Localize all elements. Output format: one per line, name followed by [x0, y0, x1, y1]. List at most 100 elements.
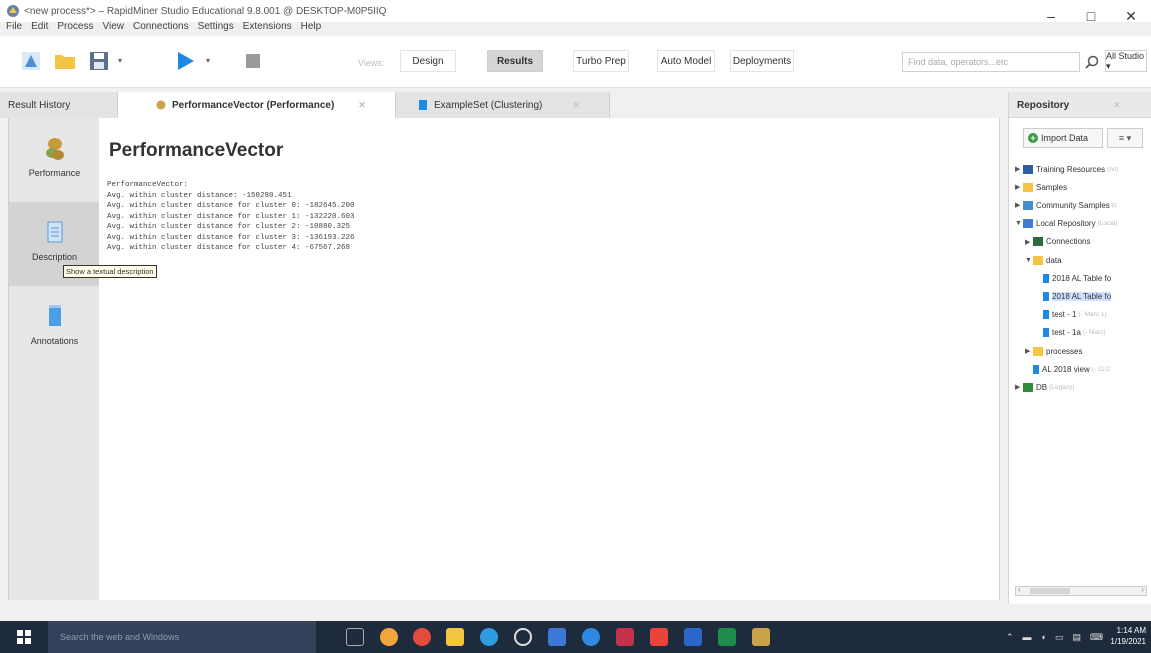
close-repository-icon[interactable]: ✕ — [1113, 100, 1121, 111]
sidebar-item-performance[interactable]: Performance — [9, 118, 100, 202]
video-app-icon[interactable] — [582, 628, 600, 646]
repository-tree-item[interactable]: ▼ Local Repository (Local) — [1015, 217, 1117, 231]
repository-tab[interactable]: Repository ✕ — [1009, 92, 1151, 118]
menu-extensions[interactable]: Extensions — [243, 21, 292, 32]
data-icon — [1043, 328, 1049, 338]
store-icon[interactable] — [548, 628, 566, 646]
close-tab-icon[interactable]: ✕ — [572, 100, 580, 111]
plus-icon: + — [1028, 133, 1038, 143]
view-design-button[interactable]: Design — [400, 50, 456, 72]
file-explorer-icon[interactable] — [446, 628, 464, 646]
excel-icon[interactable] — [718, 628, 736, 646]
repository-menu-button[interactable]: ≡ ▾ — [1107, 128, 1143, 148]
repository-tree-item[interactable]: ▶ Connections — [1025, 235, 1090, 249]
chevron-up-icon[interactable]: ⌃ — [1006, 632, 1014, 643]
run-process-icon[interactable] — [172, 48, 198, 74]
collapsed-chevron-icon[interactable]: ▶ — [1015, 183, 1023, 191]
collapsed-chevron-icon[interactable]: ▶ — [1015, 201, 1023, 209]
minimize-button[interactable]: – — [1031, 0, 1071, 32]
menu-file[interactable]: File — [6, 21, 22, 32]
tab-performance-vector[interactable]: PerformanceVector (Performance) ✕ — [118, 92, 396, 118]
collapsed-chevron-icon[interactable]: ▶ — [1025, 347, 1033, 355]
view-deployments-button[interactable]: Deployments — [730, 50, 794, 72]
powerpoint-icon[interactable] — [616, 628, 634, 646]
media-app-icon[interactable] — [650, 628, 668, 646]
repository-horizontal-scrollbar[interactable]: ‹ › — [1015, 585, 1147, 596]
repository-tree-item[interactable]: AL 2018 view (- 11/2 — [1025, 362, 1110, 376]
scroll-thumb[interactable] — [1030, 588, 1070, 594]
search-icon[interactable] — [1084, 54, 1100, 70]
repository-tree-item[interactable]: ▶ processes — [1025, 344, 1082, 358]
tree-item-meta: (Local) — [1097, 220, 1118, 228]
import-data-button[interactable]: + Import Data — [1023, 128, 1103, 148]
menu-bar: File Edit Process View Connections Setti… — [0, 18, 330, 34]
taskbar-clock[interactable]: 1:14 AM 1/19/2021 — [1108, 625, 1146, 647]
description-document-icon — [47, 221, 62, 243]
menu-settings[interactable]: Settings — [198, 21, 234, 32]
close-button[interactable]: ✕ — [1111, 0, 1151, 32]
save-dropdown-chevron-icon[interactable]: ▾ — [118, 56, 122, 65]
clock-date: 1/19/2021 — [1110, 637, 1146, 646]
repository-tree-item[interactable]: test - 1 (- Marc 1) — [1035, 308, 1107, 322]
expanded-chevron-icon[interactable]: ▼ — [1015, 220, 1023, 227]
repository-tree-item[interactable]: ▶ Community Samples (c — [1015, 198, 1117, 212]
global-search-input[interactable]: Find data, operators...etc — [902, 52, 1080, 72]
tree-item-meta: (- 11/2 — [1091, 365, 1111, 373]
browser-icon[interactable] — [413, 628, 431, 646]
tree-item-label: 2018 AL Table fo — [1052, 273, 1112, 283]
network-icon[interactable]: ▬ — [1023, 632, 1032, 642]
menu-edit[interactable]: Edit — [31, 21, 48, 32]
menu-process[interactable]: Process — [57, 21, 93, 32]
task-view-icon[interactable] — [346, 628, 364, 646]
language-icon[interactable]: ⌨ — [1090, 632, 1103, 643]
view-turbo-prep-button[interactable]: Turbo Prep — [573, 50, 629, 72]
performance-coins-icon — [45, 138, 64, 160]
new-process-icon[interactable] — [18, 48, 44, 74]
collapsed-chevron-icon[interactable]: ▶ — [1025, 238, 1033, 246]
rapidminer-taskbar-icon[interactable] — [752, 628, 770, 646]
stop-process-icon[interactable] — [240, 48, 266, 74]
tree-item-label: data — [1046, 255, 1062, 265]
description-tooltip: Show a textual description — [63, 265, 157, 278]
view-results-button[interactable]: Results — [487, 50, 543, 72]
scroll-right-icon[interactable]: › — [1141, 585, 1144, 594]
run-dropdown-chevron-icon[interactable]: ▾ — [206, 56, 210, 65]
save-icon[interactable] — [86, 48, 112, 74]
word-icon[interactable] — [684, 628, 702, 646]
battery-icon[interactable]: ▭ — [1055, 632, 1064, 643]
volume-icon[interactable]: ◖ — [1041, 632, 1046, 642]
repository-tree-item[interactable]: ▶ Samples — [1015, 180, 1067, 194]
menu-view[interactable]: View — [102, 21, 124, 32]
clock-app-icon[interactable] — [514, 628, 532, 646]
menu-help[interactable]: Help — [301, 21, 322, 32]
studio-dropdown[interactable]: All Studio ▾ — [1105, 50, 1147, 72]
chrome-icon[interactable] — [380, 628, 398, 646]
performance-description-text: PerformanceVector: Avg. within cluster di… — [107, 180, 355, 254]
sidebar-item-label: Description — [31, 252, 78, 262]
clock-time: 1:14 AM — [1116, 626, 1146, 635]
menu-connections[interactable]: Connections — [133, 21, 189, 32]
repository-tree-item[interactable]: ▶ DB (Legacy) — [1015, 380, 1074, 394]
notification-icon[interactable]: ▤ — [1072, 632, 1081, 643]
edge-icon[interactable] — [480, 628, 498, 646]
repository-tree-item[interactable]: 2018 AL Table fo — [1035, 271, 1111, 285]
scroll-left-icon[interactable]: ‹ — [1018, 585, 1021, 594]
tab-example-set[interactable]: ExampleSet (Clustering) ✕ — [396, 92, 610, 118]
repository-tree-item[interactable]: ▼ data — [1025, 253, 1062, 267]
repository-tree-item[interactable]: ▶ Training Resources (no) — [1015, 162, 1119, 176]
repository-tree-item[interactable]: test - 1a (- Marc) — [1035, 326, 1106, 340]
expanded-chevron-icon[interactable]: ▼ — [1025, 257, 1033, 264]
windows-start-icon[interactable] — [0, 621, 48, 653]
collapsed-chevron-icon[interactable]: ▶ — [1015, 383, 1023, 391]
open-folder-icon[interactable] — [52, 48, 78, 74]
window-controls: – □ ✕ — [1031, 0, 1151, 32]
collapsed-chevron-icon[interactable]: ▶ — [1015, 165, 1023, 173]
repository-tree-item[interactable]: 2018 AL Table fo — [1035, 289, 1112, 303]
tab-result-history[interactable]: Result History — [0, 92, 118, 118]
taskbar-search-input[interactable]: Search the web and Windows — [48, 621, 316, 653]
view-auto-model-button[interactable]: Auto Model — [657, 50, 715, 72]
maximize-button[interactable]: □ — [1071, 0, 1111, 32]
tree-item-meta: (c — [1111, 201, 1118, 209]
sidebar-item-annotations[interactable]: Annotations — [9, 286, 100, 370]
close-tab-icon[interactable]: ✕ — [358, 100, 366, 111]
